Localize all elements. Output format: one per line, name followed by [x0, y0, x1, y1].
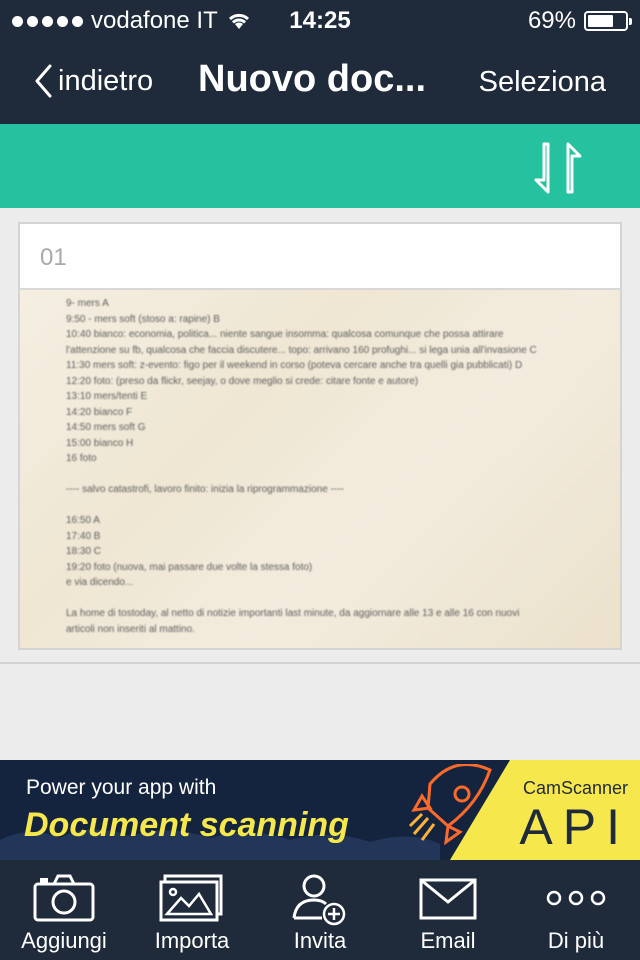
tab-invita[interactable]: Invita	[256, 860, 384, 960]
battery-icon	[584, 11, 632, 31]
navigation-bar: indietro Nuovo doc... Seleziona	[0, 40, 640, 124]
tab-email[interactable]: Email	[384, 860, 512, 960]
api-brand: CamScanner	[522, 778, 628, 798]
page-title: Nuovo doc...	[198, 58, 426, 100]
thumbnail-line: l'attenzione su fb, qualcosa che faccia …	[66, 344, 537, 356]
thumbnail-line: 14:50 mers soft G	[66, 422, 146, 433]
document-toolbar	[0, 124, 640, 208]
thumbnail-line: 19:20 foto (nuova, mai passare due volte…	[66, 561, 313, 573]
page-number: 01	[40, 244, 67, 271]
thumbnail-line: 9- mers A	[66, 298, 109, 309]
api-badge: CamScanner API	[450, 760, 640, 860]
thumbnail-text: 9- mers A 9:50 - mers soft (stoso a: rapi…	[66, 296, 580, 648]
banner-subtitle: Power your app with	[26, 776, 217, 799]
tab-label: Di più	[547, 928, 605, 953]
page-thumbnail[interactable]: 9- mers A 9:50 - mers soft (stoso a: rapi…	[20, 290, 620, 648]
back-button[interactable]: indietro	[34, 64, 153, 98]
thumbnail-line	[66, 498, 580, 514]
tab-aggiungi[interactable]: Aggiungi	[0, 860, 128, 960]
banner-headline: Document scanning	[24, 806, 349, 844]
thumbnail-line: 10:40 bianco: economia, politica... nien…	[66, 329, 504, 340]
thumbnail-line: 14:20 bianco F	[66, 406, 133, 418]
tab-label: Invita	[293, 928, 347, 953]
tab-label: Email	[420, 928, 476, 953]
thumbnail-line: La home di tostoday, al netto di notizie…	[66, 608, 520, 619]
back-label: indietro	[58, 64, 154, 97]
chevron-left-icon	[35, 64, 52, 98]
tab-label: Aggiungi	[21, 928, 107, 953]
document-page-card[interactable]: 01 9- mers A 9:50 - mers soft (stoso a: r…	[18, 222, 622, 650]
tab-di-piu[interactable]: Di più	[512, 860, 640, 960]
thumbnail-line: ---- salvo catastrofi, lavoro finito: in…	[66, 484, 344, 495]
thumbnail-line: articoli non inseriti al mattino.	[66, 623, 195, 635]
thumbnail-line: e via dicendo...	[66, 577, 134, 588]
add-person-icon	[292, 874, 346, 926]
promo-banner[interactable]: Power your app with Document scanning Ca…	[0, 760, 640, 860]
thumbnail-line: 9:50 - mers soft (stoso a: rapine) B	[66, 313, 220, 325]
thumbnail-line: 16 foto	[66, 453, 97, 464]
thumbnail-line: 12:20 foto: (preso da flickr, seejay, o …	[66, 375, 419, 387]
thumbnail-line: 13:10 mers/tenti E	[66, 391, 148, 402]
tab-label: Importa	[154, 928, 230, 953]
bottom-tab-bar: Aggiungi Importa Invita Email Di più	[0, 860, 640, 960]
api-label: API	[519, 799, 630, 855]
sort-updown-icon[interactable]	[532, 140, 588, 196]
thumbnail-line	[66, 467, 580, 483]
thumbnail-line: 15:00 bianco H	[66, 437, 134, 449]
thumbnail-line	[66, 637, 580, 648]
tab-importa[interactable]: Importa	[128, 860, 256, 960]
thumbnail-line: 18:30 C	[66, 546, 102, 557]
status-right: 69%	[527, 7, 632, 35]
more-dots-icon	[546, 890, 606, 906]
battery-percent: 69%	[527, 7, 576, 34]
camera-icon	[33, 874, 95, 922]
thumbnail-line: 17:40 B	[66, 530, 101, 542]
thumbnail-line: 11:30 mers soft: z-evento: figo per il w…	[66, 360, 523, 371]
thumbnail-line	[66, 591, 580, 607]
status-bar: vodafone IT 14:25 69%	[0, 0, 640, 40]
thumbnail-line: 16:50 A	[66, 515, 100, 526]
envelope-icon	[419, 878, 477, 920]
select-button[interactable]: Seleziona	[479, 66, 606, 99]
battery-fill	[588, 15, 613, 27]
image-import-icon	[159, 874, 223, 922]
list-divider	[0, 662, 640, 664]
